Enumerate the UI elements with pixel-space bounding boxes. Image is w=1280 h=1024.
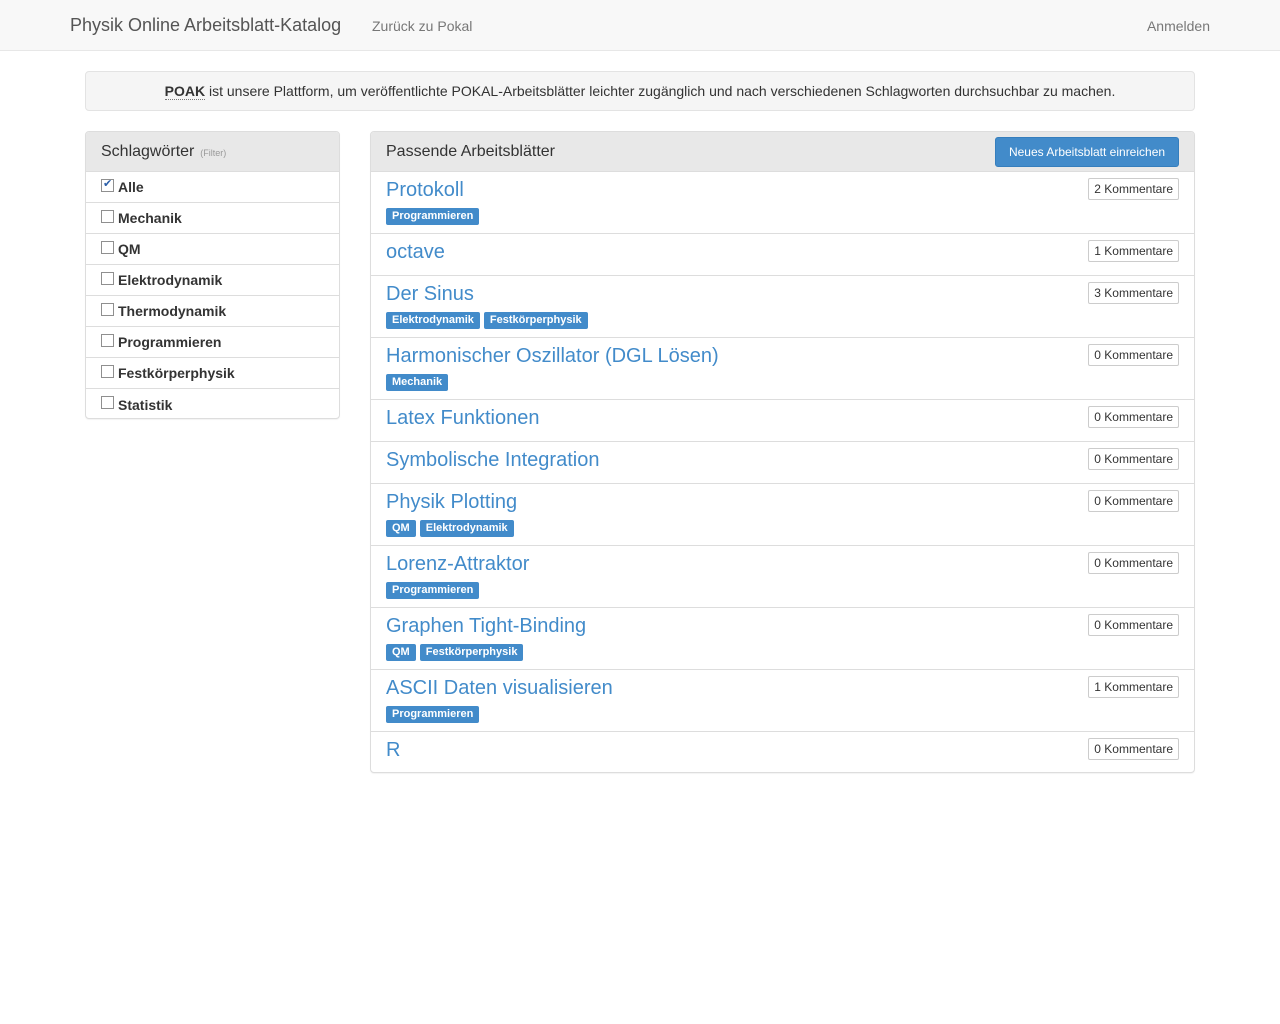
tag-label: Festkörperphysik bbox=[483, 312, 588, 329]
worksheet-title-link[interactable]: Lorenz-Attraktor bbox=[386, 552, 529, 576]
worksheet-tags: QM Elektrodynamik bbox=[386, 520, 514, 537]
filter-item[interactable]: Mechanik bbox=[86, 203, 339, 234]
comment-count-badge: 0 Kommentare bbox=[1088, 614, 1179, 636]
tag-label: Programmieren bbox=[386, 582, 480, 599]
worksheets-title: Passende Arbeitsblätter bbox=[386, 143, 555, 160]
filter-item[interactable]: QM bbox=[86, 234, 339, 265]
comment-count-badge: 0 Kommentare bbox=[1088, 552, 1179, 574]
worksheet-tags: Programmieren bbox=[386, 208, 480, 225]
worksheet-title-link[interactable]: Der Sinus bbox=[386, 282, 474, 306]
filter-label: Elektrodynamik bbox=[118, 272, 223, 288]
filter-item[interactable]: Alle bbox=[86, 172, 339, 203]
comment-count-badge: 0 Kommentare bbox=[1088, 406, 1179, 428]
worksheet-row: Lorenz-Attraktor 0 Kommentare Programmiere… bbox=[371, 546, 1194, 608]
worksheet-row: octave 1 Kommentare bbox=[371, 234, 1194, 276]
filter-label: Programmieren bbox=[118, 334, 222, 350]
worksheet-row: Graphen Tight-Binding 0 Kommentare QM Festk… bbox=[371, 608, 1194, 670]
tag-label: Programmieren bbox=[386, 706, 480, 723]
filter-item[interactable]: Elektrodynamik bbox=[86, 265, 339, 296]
worksheet-row: R 0 Kommentare bbox=[371, 732, 1194, 774]
tag-label: Programmieren bbox=[386, 208, 480, 225]
filter-checkbox[interactable] bbox=[101, 302, 114, 316]
info-text: ist unsere Plattform, um veröffentlichte… bbox=[205, 83, 1116, 99]
worksheet-row: Der Sinus 3 Kommentare Elektrodynamik Festk… bbox=[371, 276, 1194, 338]
worksheets-heading: Passende Arbeitsblätter Neues Arbeitsbla… bbox=[371, 132, 1194, 172]
worksheet-row: Physik Plotting 0 Kommentare QM Elektrodyna… bbox=[371, 484, 1194, 546]
brand-link[interactable]: Physik Online Arbeitsblatt-Katalog bbox=[70, 15, 341, 35]
tag-label: QM bbox=[386, 520, 416, 537]
info-banner: POAK ist unsere Plattform, um veröffentl… bbox=[85, 71, 1195, 111]
filter-label: QM bbox=[118, 241, 141, 257]
tag-filter-list: Alle Mechanik QM Elektrodynamik Thermodynami… bbox=[86, 172, 339, 420]
worksheet-title-link[interactable]: Symbolische Integration bbox=[386, 448, 599, 472]
filter-item[interactable]: Programmieren bbox=[86, 327, 339, 358]
filter-checkbox[interactable] bbox=[101, 333, 114, 347]
worksheets-panel: Passende Arbeitsblätter Neues Arbeitsbla… bbox=[370, 131, 1195, 773]
submit-worksheet-button[interactable]: Neues Arbeitsblatt einreichen bbox=[995, 137, 1179, 167]
worksheet-list: Protokoll 2 Kommentare Programmieren octave… bbox=[371, 172, 1194, 774]
worksheet-row: Harmonischer Oszillator (DGL Lösen) 0 Kom… bbox=[371, 338, 1194, 400]
filter-label: Statistik bbox=[118, 396, 173, 413]
worksheet-row: ASCII Daten visualisieren 1 Kommentare Pro… bbox=[371, 670, 1194, 732]
comment-count-badge: 1 Kommentare bbox=[1088, 676, 1179, 698]
worksheet-row: Latex Funktionen 0 Kommentare bbox=[371, 400, 1194, 442]
filter-checkbox[interactable] bbox=[101, 364, 114, 378]
worksheet-title-link[interactable]: octave bbox=[386, 240, 445, 264]
comment-count-badge: 0 Kommentare bbox=[1088, 738, 1179, 760]
filter-label: Thermodynamik bbox=[118, 303, 227, 319]
tag-filter-heading: Schlagwörter (Filter) bbox=[86, 132, 339, 172]
tag-label: QM bbox=[386, 644, 416, 661]
filter-item[interactable]: Festkörperphysik bbox=[86, 358, 339, 389]
worksheet-title-link[interactable]: Graphen Tight-Binding bbox=[386, 614, 586, 638]
tag-filter-subtitle: (Filter) bbox=[200, 148, 227, 158]
worksheet-tags: QM Festkörperphysik bbox=[386, 644, 524, 661]
comment-count-badge: 2 Kommentare bbox=[1088, 178, 1179, 200]
worksheet-title-link[interactable]: ASCII Daten visualisieren bbox=[386, 676, 613, 700]
comment-count-badge: 0 Kommentare bbox=[1088, 490, 1179, 512]
worksheet-tags: Programmieren bbox=[386, 706, 480, 723]
worksheet-tags: Mechanik bbox=[386, 374, 449, 391]
worksheet-row: Symbolische Integration 0 Kommentare bbox=[371, 442, 1194, 484]
tag-label: Festkörperphysik bbox=[419, 644, 524, 661]
worksheet-title-link[interactable]: R bbox=[386, 738, 400, 762]
worksheet-title-link[interactable]: Latex Funktionen bbox=[386, 406, 539, 430]
worksheet-tags: Programmieren bbox=[386, 582, 480, 599]
tag-filter-panel: Schlagwörter (Filter) Alle Mechanik QM Elek… bbox=[85, 131, 340, 419]
back-to-pokal-link[interactable]: Zurück zu Pokal bbox=[372, 17, 472, 35]
worksheet-title-link[interactable]: Protokoll bbox=[386, 178, 464, 202]
filter-checkbox[interactable] bbox=[101, 209, 114, 223]
comment-count-badge: 0 Kommentare bbox=[1088, 344, 1179, 366]
filter-label: Mechanik bbox=[118, 210, 182, 226]
comment-count-badge: 0 Kommentare bbox=[1088, 448, 1179, 470]
comment-count-badge: 1 Kommentare bbox=[1088, 240, 1179, 262]
filter-label: Festkörperphysik bbox=[118, 365, 235, 381]
worksheet-row: Protokoll 2 Kommentare Programmieren bbox=[371, 172, 1194, 234]
filter-checkbox[interactable] bbox=[101, 177, 114, 192]
filter-checkbox[interactable] bbox=[101, 271, 114, 285]
tag-label: Mechanik bbox=[386, 374, 449, 391]
worksheet-title-link[interactable]: Physik Plotting bbox=[386, 490, 517, 514]
tag-filter-title: Schlagwörter bbox=[101, 143, 195, 160]
worksheet-title-link[interactable]: Harmonischer Oszillator (DGL Lösen) bbox=[386, 344, 719, 368]
filter-label: Alle bbox=[118, 179, 144, 195]
worksheet-tags: Elektrodynamik Festkörperphysik bbox=[386, 312, 588, 329]
filter-checkbox[interactable] bbox=[101, 240, 114, 254]
tag-label: Elektrodynamik bbox=[386, 312, 480, 329]
filter-checkbox[interactable] bbox=[101, 396, 114, 409]
tag-label: Elektrodynamik bbox=[419, 520, 514, 537]
navbar: Physik Online Arbeitsblatt-Katalog Zurüc… bbox=[0, 0, 1280, 51]
filter-item[interactable]: Thermodynamik bbox=[86, 296, 339, 327]
login-link[interactable]: Anmelden bbox=[1147, 17, 1210, 35]
poak-abbreviation[interactable]: POAK bbox=[164, 83, 206, 100]
filter-item[interactable]: Statistik bbox=[86, 389, 339, 420]
comment-count-badge: 3 Kommentare bbox=[1088, 282, 1179, 304]
